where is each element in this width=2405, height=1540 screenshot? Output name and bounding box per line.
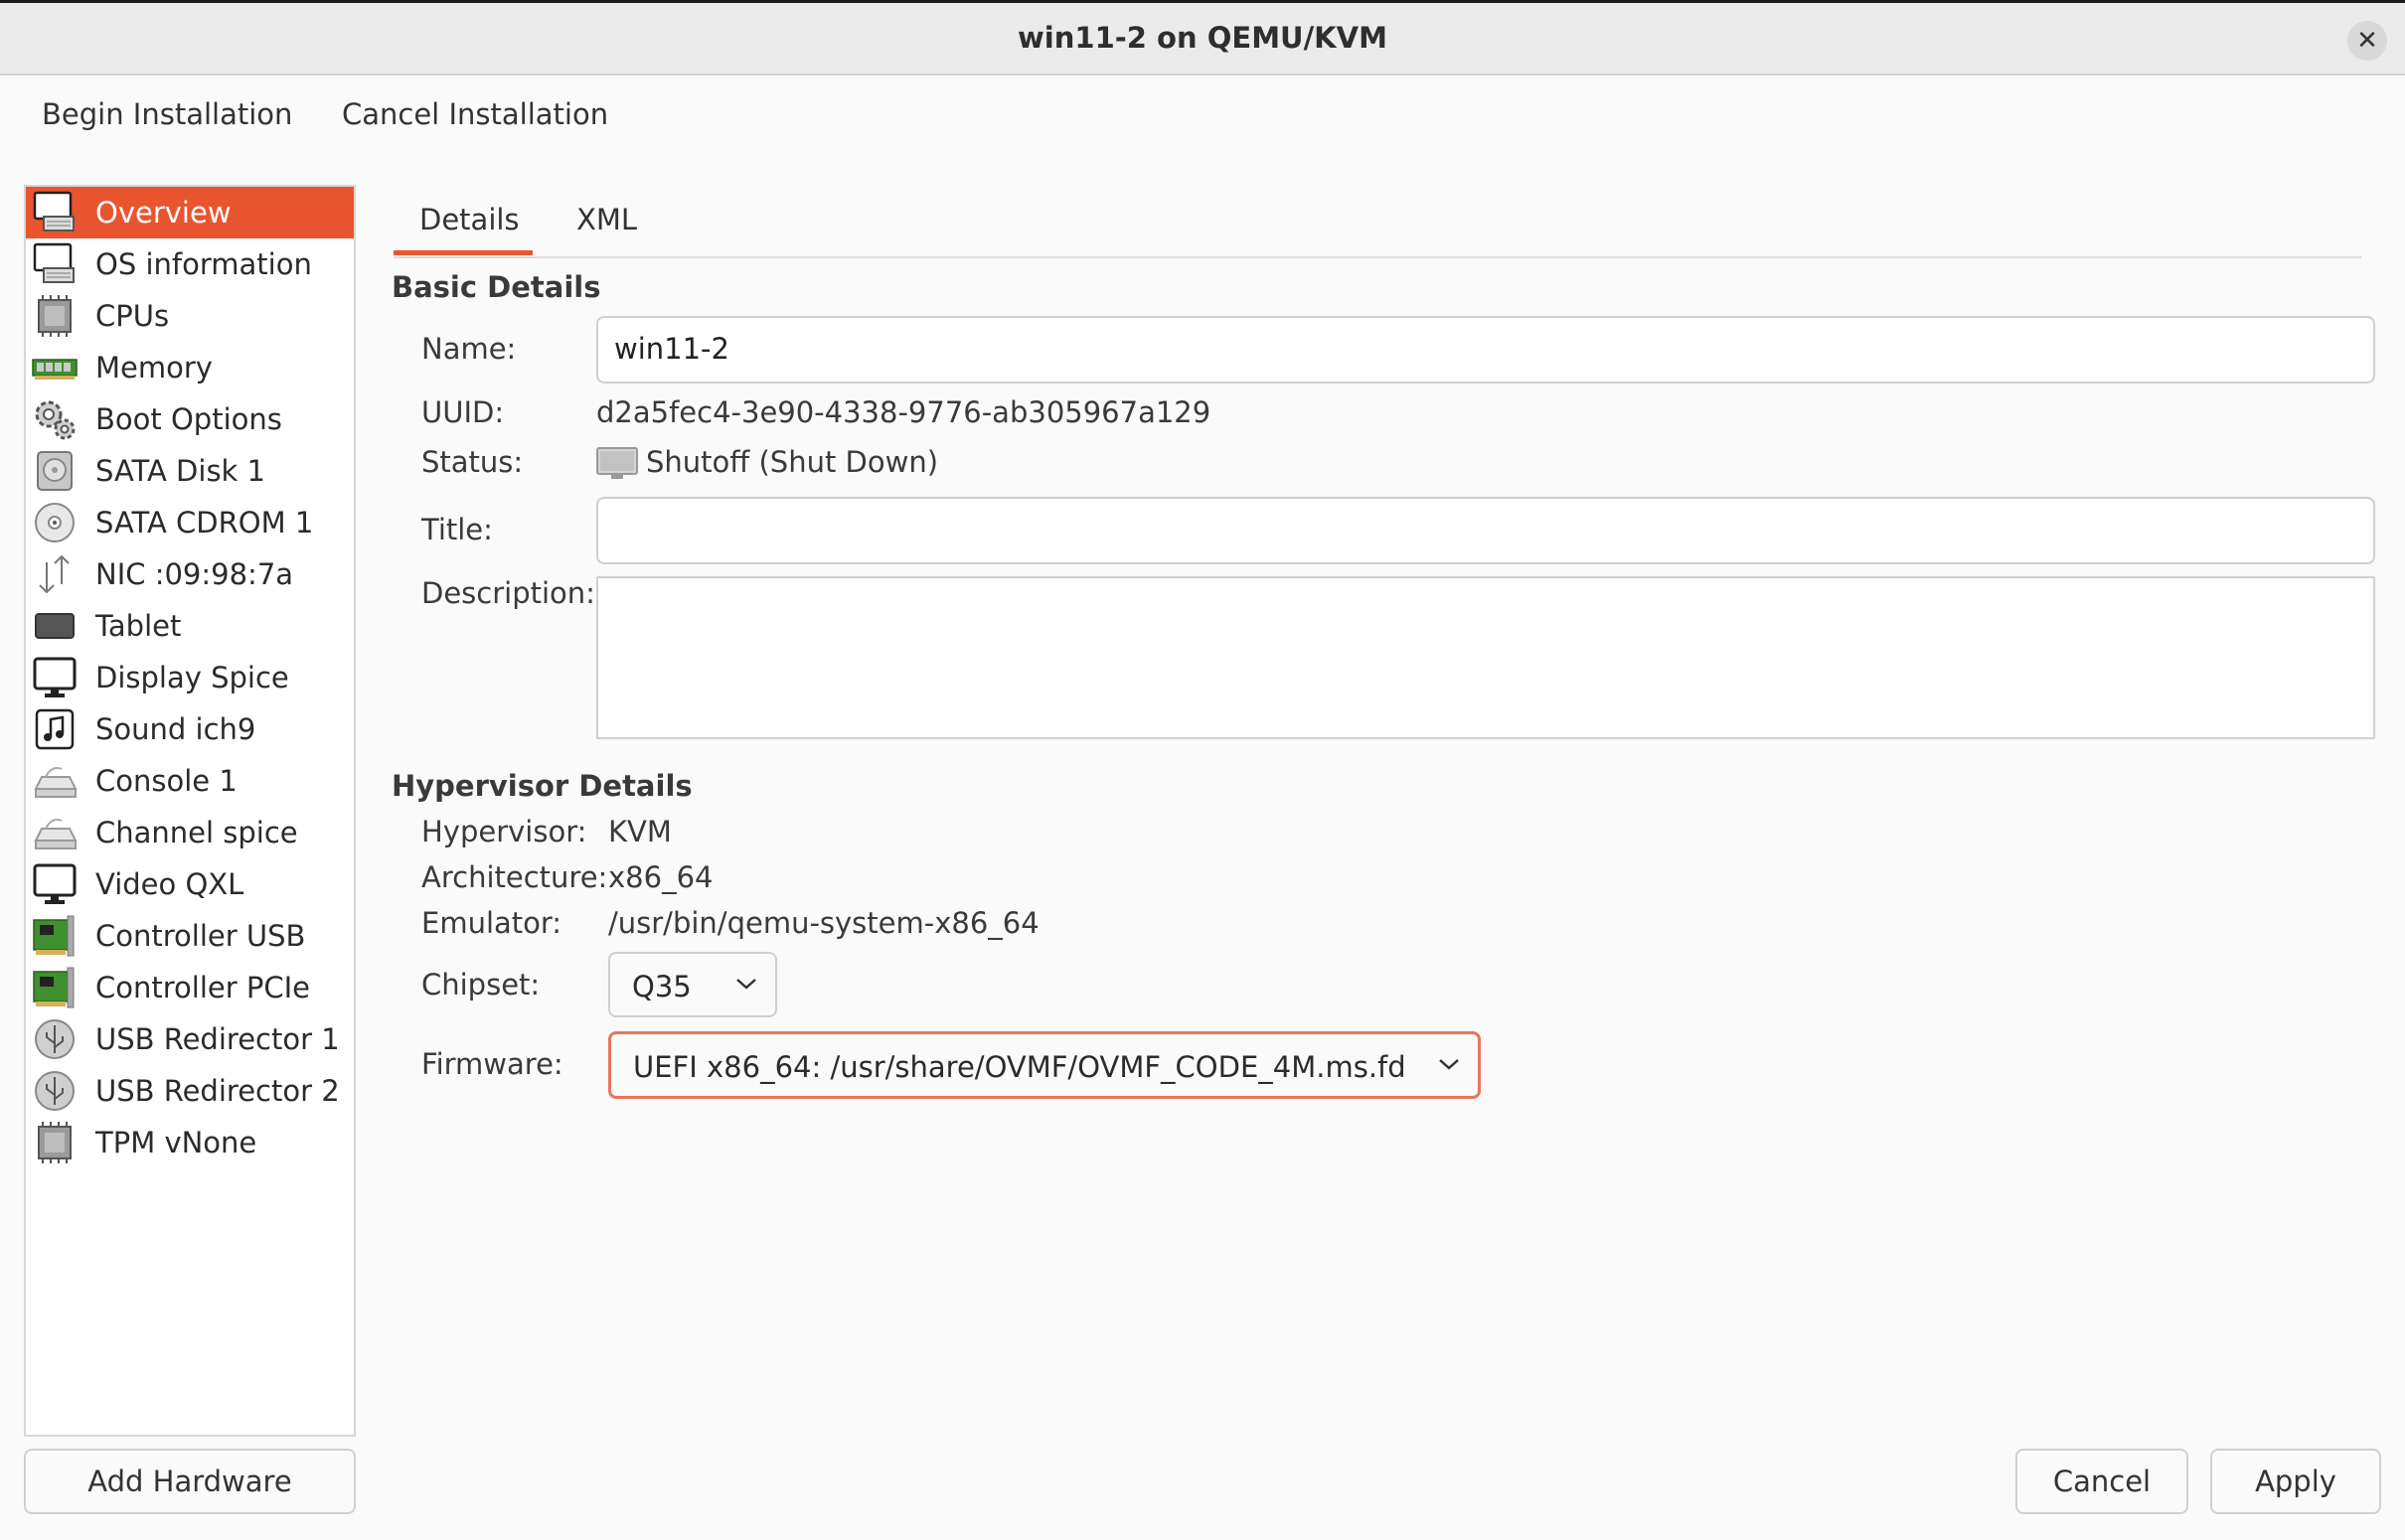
basic-details-heading: Basic Details — [392, 270, 601, 304]
title-field[interactable] — [596, 497, 2375, 564]
sidebar-item-usb-redirector-1[interactable]: USB Redirector 1 — [26, 1013, 354, 1065]
gears-icon — [30, 396, 80, 442]
sidebar-item-label: OS information — [95, 247, 312, 281]
sidebar-item-label: USB Redirector 2 — [95, 1074, 340, 1108]
monitor-keyboard-icon — [30, 190, 80, 235]
firmware-dropdown[interactable]: UEFI x86_64: /usr/share/OVMF/OVMF_CODE_4… — [608, 1031, 1481, 1099]
controller-card-icon — [30, 913, 80, 959]
vm-status-icon — [596, 447, 638, 485]
cpu-chip-icon — [30, 293, 80, 339]
emulator-label: Emulator: — [421, 906, 562, 940]
sidebar-item-label: SATA CDROM 1 — [95, 506, 314, 539]
tpm-chip-icon — [30, 1120, 80, 1165]
sidebar-item-label: Display Spice — [95, 661, 289, 694]
title-label: Title: — [421, 513, 493, 546]
sidebar-item-label: Overview — [95, 196, 232, 230]
memory-stick-icon — [30, 345, 80, 390]
network-arrows-icon — [30, 551, 80, 597]
hypervisor-value: KVM — [608, 815, 672, 848]
serial-console-icon — [30, 758, 80, 804]
sidebar-item-sata-disk-1[interactable]: SATA Disk 1 — [26, 445, 354, 497]
close-icon[interactable]: ✕ — [2347, 21, 2387, 61]
chevron-down-icon — [1438, 1056, 1460, 1076]
tab-divider — [394, 256, 2361, 258]
sidebar-item-sata-cdrom-1[interactable]: SATA CDROM 1 — [26, 497, 354, 548]
music-note-icon — [30, 706, 80, 752]
name-field[interactable]: win11-2 — [596, 316, 2375, 384]
tablet-icon — [30, 603, 80, 649]
description-label: Description: — [421, 576, 595, 610]
sidebar-item-memory[interactable]: Memory — [26, 342, 354, 393]
sidebar-item-label: Sound ich9 — [95, 712, 256, 746]
cdrom-icon — [30, 500, 80, 545]
sidebar-item-label: USB Redirector 1 — [95, 1022, 340, 1056]
cancel-installation-button[interactable]: Cancel Installation — [342, 97, 608, 131]
active-tab-indicator — [394, 250, 533, 255]
status-label: Status: — [421, 445, 524, 479]
usb-icon — [30, 1016, 80, 1062]
sidebar-item-label: Memory — [95, 351, 213, 385]
hard-disk-icon — [30, 448, 80, 494]
sidebar-item-label: Channel spice — [95, 816, 298, 849]
controller-card-icon — [30, 965, 80, 1010]
sidebar-item-tablet[interactable]: Tablet — [26, 600, 354, 652]
firmware-value: UEFI x86_64: /usr/share/OVMF/OVMF_CODE_4… — [633, 1050, 1406, 1084]
title-bar: win11-2 on QEMU/KVM ✕ — [0, 0, 2405, 76]
sidebar-item-video-qxl[interactable]: Video QXL — [26, 858, 354, 910]
sidebar-item-cpus[interactable]: CPUs — [26, 290, 354, 342]
sidebar-item-label: SATA Disk 1 — [95, 454, 266, 488]
sidebar-item-overview[interactable]: Overview — [26, 187, 354, 238]
chevron-down-icon — [735, 976, 757, 996]
sidebar-item-boot-options[interactable]: Boot Options — [26, 393, 354, 445]
emulator-value: /usr/bin/qemu-system-x86_64 — [608, 906, 1040, 940]
apply-button[interactable]: Apply — [2210, 1449, 2381, 1514]
video-monitor-icon — [30, 861, 80, 907]
sidebar-item-label: NIC :09:98:7a — [95, 557, 294, 591]
uuid-value: d2a5fec4-3e90-4338-9776-ab305967a129 — [596, 395, 1211, 429]
sidebar-item-channel-spice[interactable]: Channel spice — [26, 807, 354, 858]
sidebar-item-os-information[interactable]: OS information — [26, 238, 354, 290]
sidebar-item-sound-ich9[interactable]: Sound ich9 — [26, 703, 354, 755]
details-panel: Details XML Basic Details Name: win11-2 … — [378, 185, 2381, 1437]
sidebar-item-usb-redirector-2[interactable]: USB Redirector 2 — [26, 1065, 354, 1117]
monitor-keyboard-icon — [30, 241, 80, 287]
status-value: Shutoff (Shut Down) — [646, 445, 939, 479]
uuid-label: UUID: — [421, 395, 505, 429]
sidebar-item-display-spice[interactable]: Display Spice — [26, 652, 354, 703]
hypervisor-label: Hypervisor: — [421, 815, 587, 848]
chipset-label: Chipset: — [421, 968, 541, 1001]
sidebar-item-controller-usb[interactable]: Controller USB — [26, 910, 354, 962]
sidebar-item-console-1[interactable]: Console 1 — [26, 755, 354, 807]
begin-installation-button[interactable]: Begin Installation — [42, 97, 292, 131]
sidebar-item-label: Controller USB — [95, 919, 306, 953]
hypervisor-details-heading: Hypervisor Details — [392, 769, 693, 803]
architecture-label: Architecture: — [421, 860, 608, 894]
firmware-label: Firmware: — [421, 1047, 563, 1081]
sidebar-item-label: Console 1 — [95, 764, 238, 798]
tab-xml[interactable]: XML — [576, 203, 637, 236]
tab-details[interactable]: Details — [419, 203, 520, 236]
sidebar-item-label: TPM vNone — [95, 1126, 257, 1159]
sidebar-item-label: Video QXL — [95, 867, 244, 901]
window-title: win11-2 on QEMU/KVM — [1018, 21, 1387, 55]
serial-channel-icon — [30, 810, 80, 855]
hardware-list: Overview OS information CPUs Memory Boot… — [24, 185, 356, 1437]
name-value: win11-2 — [614, 332, 729, 366]
sidebar-item-label: Tablet — [95, 609, 182, 643]
sidebar-item-nic[interactable]: NIC :09:98:7a — [26, 548, 354, 600]
name-label: Name: — [421, 332, 517, 366]
display-monitor-icon — [30, 655, 80, 700]
add-hardware-button[interactable]: Add Hardware — [24, 1449, 356, 1514]
description-textarea[interactable] — [596, 576, 2375, 739]
sidebar-item-label: CPUs — [95, 299, 170, 333]
usb-icon — [30, 1068, 80, 1114]
chipset-value: Q35 — [632, 970, 692, 1003]
sidebar-item-controller-pcie[interactable]: Controller PCIe — [26, 962, 354, 1013]
chipset-dropdown[interactable]: Q35 — [608, 952, 777, 1017]
sidebar-item-label: Controller PCIe — [95, 971, 310, 1004]
sidebar-item-tpm-vnone[interactable]: TPM vNone — [26, 1117, 354, 1168]
cancel-button[interactable]: Cancel — [2015, 1449, 2188, 1514]
sidebar-item-label: Boot Options — [95, 402, 282, 436]
architecture-value: x86_64 — [608, 860, 714, 894]
